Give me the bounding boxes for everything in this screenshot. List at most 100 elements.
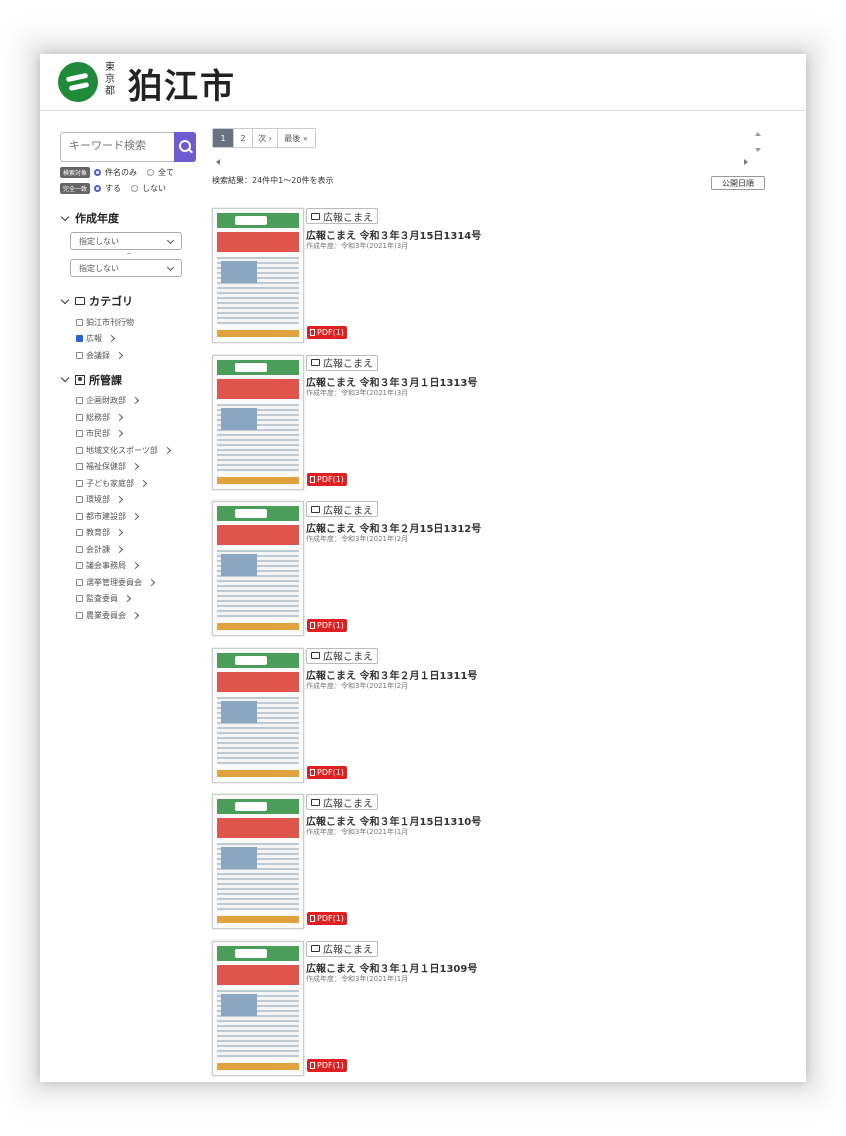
chevron-right-icon[interactable]: [131, 611, 140, 619]
department-item[interactable]: 選挙管理委員会: [76, 574, 200, 591]
logo-title[interactable]: 狛江市: [128, 59, 236, 108]
page-1-button[interactable]: 1: [213, 129, 234, 147]
item-title[interactable]: 広報こまえ 令和３年３月１日1313号: [306, 374, 477, 389]
chevron-right-icon[interactable]: [115, 529, 124, 537]
category-tag[interactable]: 広報こまえ: [306, 794, 378, 810]
department-item[interactable]: 総務部: [76, 409, 200, 426]
category-tag[interactable]: 広報こまえ: [306, 940, 378, 957]
page-2-button[interactable]: 2: [234, 129, 253, 147]
chevron-right-icon[interactable]: [107, 335, 116, 343]
department-checkbox[interactable]: [76, 397, 83, 405]
category-tag-label: 広報こまえ: [323, 212, 373, 224]
item-title[interactable]: 広報こまえ 令和３年２月15日1312号: [306, 520, 481, 535]
pdf-button[interactable]: PDF(1): [307, 619, 347, 632]
category-tag[interactable]: 広報こまえ: [306, 501, 378, 517]
pdf-button[interactable]: PDF(1): [307, 326, 347, 339]
chevron-right-icon[interactable]: [115, 430, 124, 438]
pdf-button[interactable]: PDF(1): [307, 472, 347, 486]
next-page-button[interactable]: 次 ›: [253, 129, 278, 147]
chevron-right-icon[interactable]: [131, 512, 140, 520]
department-item[interactable]: 地域文化スポーツ部: [76, 442, 200, 459]
department-item[interactable]: 農業委員会: [76, 607, 200, 624]
year-from-select[interactable]: 指定しない: [70, 232, 182, 250]
category-checkbox[interactable]: [76, 318, 83, 326]
department-checkbox[interactable]: [76, 496, 83, 504]
department-item[interactable]: 子ども家庭部: [76, 475, 200, 492]
category-item[interactable]: 会議録: [76, 347, 200, 364]
department-checkbox[interactable]: [76, 595, 83, 603]
chevron-right-icon[interactable]: [139, 479, 148, 487]
radio-all[interactable]: [147, 168, 155, 176]
city-logo-icon[interactable]: [58, 62, 98, 102]
chevron-right-icon[interactable]: [115, 351, 124, 359]
chevron-right-icon[interactable]: [115, 496, 124, 504]
department-checkbox[interactable]: [76, 430, 83, 438]
year-section-toggle[interactable]: 作成年度: [60, 210, 200, 226]
department-item[interactable]: 企画財政部: [76, 393, 200, 410]
item-title[interactable]: 広報こまえ 令和３年１月15日1310号: [306, 813, 481, 828]
last-page-button[interactable]: 最後 »: [278, 129, 314, 147]
department-item[interactable]: 市民部: [76, 426, 200, 443]
department-item[interactable]: 福祉保健部: [76, 459, 200, 476]
item-title[interactable]: 広報こまえ 令和３年３月15日1314号: [306, 227, 481, 242]
pdf-button[interactable]: PDF(1): [307, 1058, 347, 1072]
scroll-down-icon[interactable]: [755, 148, 761, 152]
department-item[interactable]: 議会事務局: [76, 558, 200, 575]
chevron-right-icon[interactable]: [131, 463, 140, 471]
department-item[interactable]: 都市建設部: [76, 508, 200, 525]
category-item[interactable]: 広報: [76, 331, 200, 348]
department-checkbox[interactable]: [76, 611, 83, 619]
department-section-toggle[interactable]: 所管課: [60, 372, 200, 388]
department-checkbox[interactable]: [76, 512, 83, 520]
category-section-toggle[interactable]: カテゴリ: [60, 293, 200, 309]
chevron-right-icon[interactable]: [115, 413, 124, 421]
department-checkbox[interactable]: [76, 562, 83, 570]
horizontal-scrollbar[interactable]: [212, 159, 752, 167]
chevron-right-icon[interactable]: [115, 545, 124, 553]
chevron-right-icon[interactable]: [131, 562, 140, 570]
pdf-button[interactable]: PDF(1): [307, 765, 347, 779]
department-item[interactable]: 監査委員: [76, 591, 200, 608]
category-tag[interactable]: 広報こまえ: [306, 208, 378, 224]
chevron-right-icon[interactable]: [147, 578, 156, 586]
category-tag[interactable]: 広報こまえ: [306, 647, 378, 664]
year-to-select[interactable]: 指定しない: [70, 259, 182, 277]
department-checkbox[interactable]: [76, 463, 83, 471]
item-title[interactable]: 広報こまえ 令和３年２月１日1311号: [306, 667, 477, 682]
search-button[interactable]: [174, 132, 196, 162]
department-checkbox[interactable]: [76, 578, 83, 586]
department-item[interactable]: 教育部: [76, 525, 200, 542]
year-section-title: 作成年度: [75, 212, 119, 225]
chevron-right-icon[interactable]: [123, 595, 132, 603]
category-checkbox[interactable]: [76, 351, 83, 359]
radio-title-only[interactable]: [94, 168, 102, 176]
issue-thumbnail[interactable]: [212, 354, 304, 490]
radio-exact-no[interactable]: [131, 184, 139, 192]
department-checkbox[interactable]: [76, 479, 83, 487]
category-item[interactable]: 狛江市刊行物: [76, 314, 200, 331]
search-input[interactable]: [61, 133, 183, 159]
scroll-right-icon[interactable]: [744, 159, 748, 165]
scroll-left-icon[interactable]: [216, 159, 220, 165]
issue-thumbnail[interactable]: [212, 940, 304, 1076]
department-checkbox[interactable]: [76, 529, 83, 537]
issue-thumbnail[interactable]: [212, 647, 304, 783]
chevron-right-icon[interactable]: [131, 397, 140, 405]
chevron-right-icon[interactable]: [163, 446, 171, 454]
sort-button[interactable]: 公開日順: [711, 176, 765, 190]
pdf-button[interactable]: PDF(1): [307, 912, 347, 925]
department-item[interactable]: 会計課: [76, 541, 200, 558]
category-checkbox[interactable]: [76, 335, 83, 343]
item-title[interactable]: 広報こまえ 令和３年１月１日1309号: [306, 960, 477, 975]
department-item[interactable]: 環境部: [76, 492, 200, 509]
department-checkbox[interactable]: [76, 446, 83, 454]
issue-thumbnail[interactable]: [212, 208, 304, 343]
result-item: 広報こまえ 広報こまえ 令和３年２月15日1312号 作成年度：令和3年(2021年…: [212, 499, 772, 639]
category-tag[interactable]: 広報こまえ: [306, 354, 378, 371]
issue-thumbnail[interactable]: [212, 794, 304, 929]
issue-thumbnail[interactable]: [212, 501, 304, 636]
radio-exact-yes[interactable]: [94, 184, 102, 192]
scroll-up-icon[interactable]: [755, 132, 761, 136]
department-checkbox[interactable]: [76, 545, 83, 553]
department-checkbox[interactable]: [76, 413, 83, 421]
